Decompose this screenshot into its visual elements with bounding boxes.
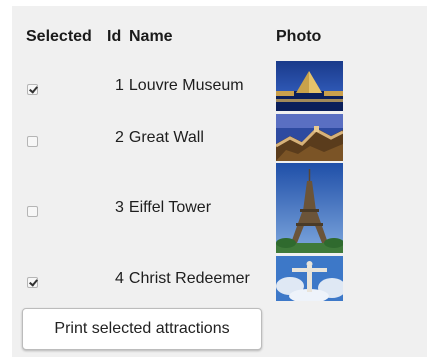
- header-id: Id: [107, 28, 122, 45]
- attraction-id: 1: [115, 77, 124, 94]
- attraction-id: 2: [115, 129, 124, 146]
- eiffel-tower-photo: [276, 163, 343, 253]
- header-selected: Selected: [26, 28, 92, 45]
- select-checkbox-4[interactable]: [27, 277, 38, 288]
- print-selected-button[interactable]: Print selected attractions: [22, 308, 262, 350]
- attraction-name: Eiffel Tower: [128, 199, 212, 216]
- select-checkbox-3[interactable]: [27, 206, 38, 217]
- attraction-name: Louvre Museum: [128, 77, 244, 94]
- attractions-panel: Selected Id Name Photo 1 Louvre Museum 2…: [12, 6, 427, 357]
- attraction-label: 3 Eiffel Tower: [115, 199, 211, 217]
- louvre-photo: [276, 61, 343, 111]
- christ-redeemer-photo: [276, 256, 343, 301]
- attraction-label: 4 Christ Redeemer: [115, 270, 250, 288]
- attraction-name: Great Wall: [128, 129, 204, 146]
- attraction-name: Christ Redeemer: [128, 270, 250, 287]
- attraction-label: 1 Louvre Museum: [115, 77, 244, 95]
- attraction-id: 4: [115, 270, 124, 287]
- select-checkbox-2[interactable]: [27, 136, 38, 147]
- header-photo: Photo: [276, 28, 322, 45]
- attraction-id: 3: [115, 199, 124, 216]
- header-name: Name: [129, 28, 173, 45]
- select-checkbox-1[interactable]: [27, 84, 38, 95]
- attraction-label: 2 Great Wall: [115, 129, 204, 147]
- great-wall-photo: [276, 114, 343, 161]
